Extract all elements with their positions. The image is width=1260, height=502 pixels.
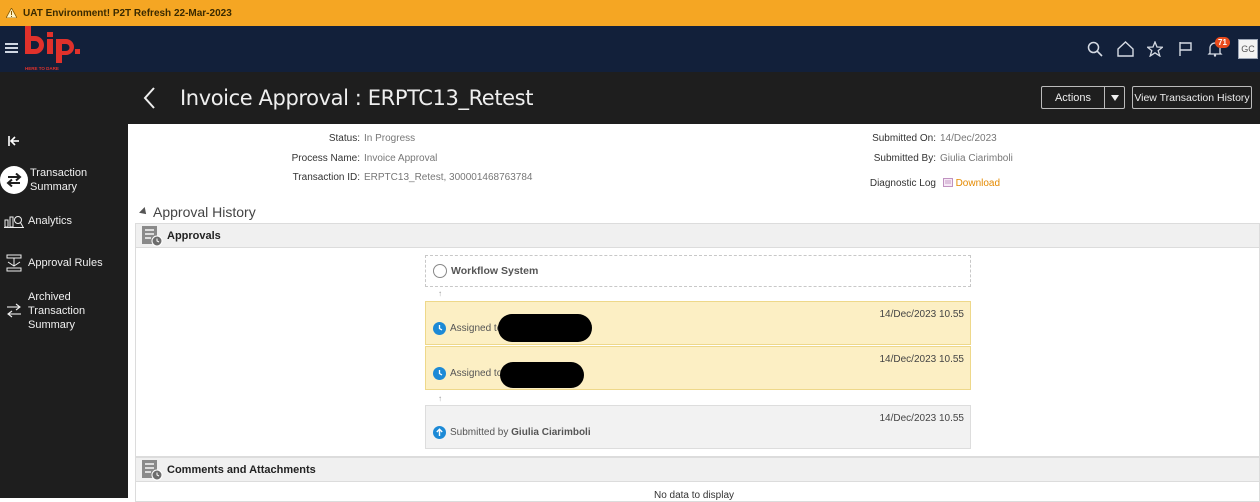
status-label: Status: (328, 133, 360, 144)
warning-icon (5, 7, 18, 19)
collapse-sidebar-icon[interactable] (7, 134, 21, 148)
up-arrow-icon: ↑ (438, 394, 442, 403)
submitted-by-value: Giulia Ciarimboli (940, 153, 1013, 164)
bell-icon[interactable]: 71 (1200, 26, 1230, 72)
document-icon (942, 178, 953, 190)
approvals-panel-title: Approvals (167, 229, 221, 242)
page-title-bar: Invoice Approval : ERPTC13_Retest Action… (0, 72, 1260, 124)
submitted-arrow-icon (433, 426, 446, 439)
page-title: Invoice Approval : ERPTC13_Retest (180, 86, 534, 110)
comments-panel-title: Comments and Attachments (167, 463, 316, 476)
submitted-on-row: Submitted On: 14/Dec/2023 (828, 133, 997, 144)
analytics-icon (0, 214, 28, 228)
user-avatar[interactable]: GC (1238, 39, 1258, 59)
archive-icon (0, 302, 28, 320)
redaction-mark (500, 362, 584, 388)
actions-button-label: Actions (1054, 91, 1092, 104)
star-icon[interactable] (1140, 26, 1170, 72)
actions-menu-button[interactable]: Actions (1041, 86, 1125, 109)
home-icon[interactable] (1110, 26, 1140, 72)
collapse-triangle-icon[interactable] (139, 207, 149, 217)
sidebar-item-label: Transaction (28, 305, 86, 317)
clock-icon (433, 367, 446, 380)
comments-list-icon (141, 459, 163, 481)
submitted-by-label: Submitted By: (873, 153, 936, 164)
uat-environment-banner: UAT Environment! P2T Refresh 22-Mar-2023 (0, 0, 1260, 26)
approval-step-assigned-1[interactable]: 14/Dec/2023 10.55 Assigned to (425, 301, 971, 345)
submitted-on-label: Submitted On: (872, 133, 936, 144)
swap-icon (0, 166, 28, 194)
transaction-id-label: Transaction ID: (292, 172, 360, 183)
submitter-name: Giulia Ciarimboli (511, 427, 591, 438)
status-row: Status: In Progress (228, 133, 415, 144)
sidebar-item-approval-rules[interactable]: Approval Rules (0, 254, 128, 272)
sidebar-item-label: Transaction (30, 167, 88, 179)
notification-count-badge: 71 (1215, 37, 1230, 48)
step-timestamp: 14/Dec/2023 10.55 (879, 354, 964, 365)
clock-icon (433, 322, 446, 335)
sidebar-item-label: Approval Rules (28, 257, 103, 269)
workflow-system-label: Workflow System (451, 265, 539, 277)
flag-icon[interactable] (1170, 26, 1200, 72)
header-actions: 71 GC (1080, 26, 1260, 72)
sidebar-item-analytics[interactable]: Analytics (0, 214, 128, 228)
hamburger-menu-icon[interactable] (5, 43, 18, 53)
approval-step-assigned-2[interactable]: 14/Dec/2023 10.55 Assigned to (425, 346, 971, 390)
back-chevron-icon[interactable] (142, 86, 156, 110)
top-navigation-bar: HERE TO DARE 71 GC (0, 26, 1260, 72)
no-data-message: No data to display (653, 490, 735, 501)
chevron-down-icon[interactable] (1104, 87, 1124, 108)
process-name-value: Invoice Approval (364, 153, 438, 164)
bip-logo[interactable]: HERE TO DARE (22, 26, 84, 72)
status-value: In Progress (364, 133, 416, 144)
download-link[interactable]: Download (956, 178, 1000, 189)
up-arrow-icon: ↑ (438, 289, 442, 298)
transaction-id-value: ERPTC13_Retest, 300001468763784 (364, 172, 533, 183)
workflow-system-node: Workflow System (425, 255, 971, 287)
process-name-row: Process Name: Invoice Approval (228, 153, 438, 164)
step-text: Submitted by (450, 427, 509, 438)
banner-text: UAT Environment! P2T Refresh 22-Mar-2023 (23, 7, 232, 19)
sidebar-item-label: Analytics (28, 215, 73, 227)
view-transaction-history-button[interactable]: View Transaction History (1132, 86, 1252, 109)
rules-icon (0, 254, 28, 272)
sidebar-item-label: Summary (30, 181, 78, 193)
process-name-label: Process Name: (291, 153, 360, 164)
diagnostic-log-label: Diagnostic Log (869, 178, 936, 189)
sidebar-item-transaction-summary[interactable]: Transaction Summary (0, 166, 128, 194)
search-icon[interactable] (1080, 26, 1110, 72)
approval-step-submitted[interactable]: 14/Dec/2023 10.55 Submitted by Giulia Ci… (425, 405, 971, 449)
approval-history-header[interactable]: Approval History (139, 204, 256, 220)
circle-status-icon (433, 264, 447, 278)
logo-tagline: HERE TO DARE (25, 66, 59, 71)
transaction-id-row: Transaction ID: ERPTC13_Retest, 300001468… (228, 172, 533, 183)
step-text: Assigned to (450, 368, 503, 379)
approvals-panel-header: Approvals (136, 224, 1259, 248)
step-text: Assigned to (450, 323, 503, 334)
submitted-by-row: Submitted By: Giulia Ciarimboli (828, 153, 1013, 164)
comments-panel-header: Comments and Attachments (136, 458, 1259, 482)
left-sidebar: Transaction Summary Analytics Approval R… (0, 124, 128, 498)
sidebar-item-label: Archived (28, 291, 71, 303)
main-content: Status: In Progress Process Name: Invoice … (128, 124, 1260, 502)
submitted-on-value: 14/Dec/2023 (940, 133, 997, 144)
approvals-list-icon (141, 225, 163, 247)
sidebar-item-label: Summary (28, 319, 76, 331)
step-timestamp: 14/Dec/2023 10.55 (879, 413, 964, 424)
redaction-mark (498, 314, 592, 342)
sidebar-item-archived-transaction-summary[interactable]: Archived Transaction Summary (0, 290, 128, 332)
approval-history-title: Approval History (153, 204, 256, 220)
step-timestamp: 14/Dec/2023 10.55 (879, 309, 964, 320)
diagnostic-log-row: Diagnostic Log Download (828, 178, 1000, 190)
